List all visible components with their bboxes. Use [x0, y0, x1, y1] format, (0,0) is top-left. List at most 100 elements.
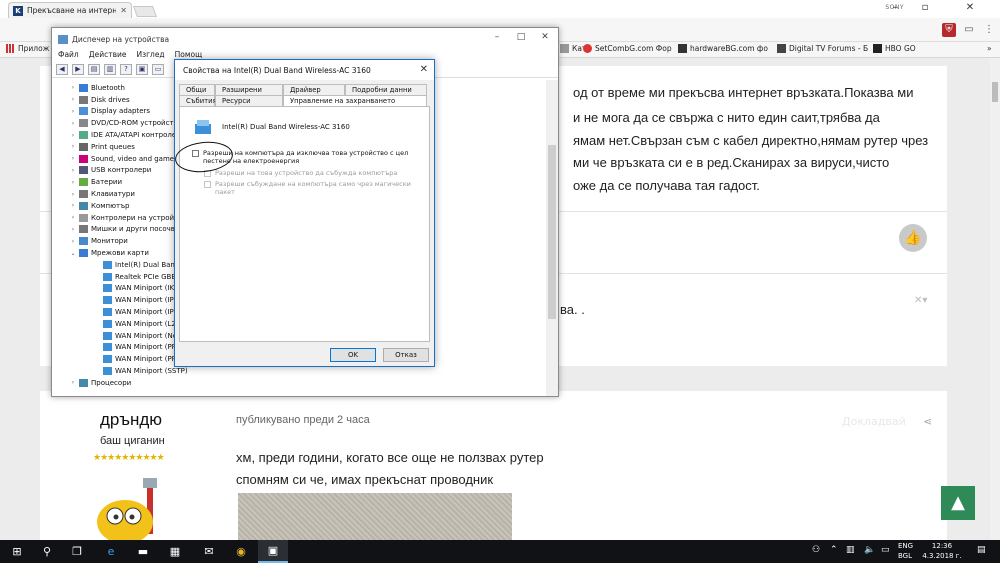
- network-icon[interactable]: ▥: [846, 545, 855, 555]
- battery-icon[interactable]: ▭: [881, 545, 890, 555]
- chevron-right-icon[interactable]: ›: [70, 167, 76, 174]
- chevron-down-icon[interactable]: ⌄: [70, 250, 76, 257]
- tree-item[interactable]: › Мишки и други посочв: [70, 224, 175, 236]
- cancel-button[interactable]: Отказ: [383, 348, 429, 362]
- tree-item[interactable]: › Процесори: [70, 377, 131, 389]
- tree-item[interactable]: WAN Miniport (IKEv: [94, 283, 183, 295]
- page-scrollbar[interactable]: [990, 58, 1000, 540]
- tree-item[interactable]: ⌄ Мрежови карти: [70, 247, 149, 259]
- bookmark-item[interactable]: hardwareBG.com фо: [678, 44, 768, 53]
- more-bookmarks-icon[interactable]: »: [987, 44, 992, 53]
- tab-driver[interactable]: Драйвер: [283, 84, 345, 95]
- help-icon[interactable]: ?: [120, 64, 132, 75]
- minimize-icon[interactable]: –: [880, 0, 910, 18]
- browser-tab[interactable]: K Прекъсване на интерне ✕: [8, 2, 132, 18]
- people-icon[interactable]: ⚇: [812, 545, 820, 555]
- chevron-right-icon[interactable]: ›: [70, 132, 76, 139]
- tree-item[interactable]: › Батерии: [70, 176, 122, 188]
- search-icon[interactable]: ⚲: [32, 540, 62, 563]
- tab-events[interactable]: Събития: [179, 95, 217, 106]
- monitor-icon[interactable]: ▭: [152, 64, 164, 75]
- bookmark-item[interactable]: HBO GO: [873, 44, 916, 53]
- system-clock[interactable]: 12:36 4.3.2018 г.: [918, 541, 966, 561]
- action-center-icon[interactable]: ▤: [977, 545, 986, 555]
- tree-item[interactable]: › USB контролери: [70, 165, 151, 177]
- chevron-right-icon[interactable]: ›: [70, 238, 76, 245]
- chevron-right-icon[interactable]: ›: [70, 179, 76, 186]
- like-button[interactable]: 👍: [899, 224, 927, 252]
- close-icon[interactable]: ✕: [534, 32, 556, 42]
- volume-icon[interactable]: 🔈: [864, 545, 875, 555]
- chevron-right-icon[interactable]: ›: [70, 96, 76, 103]
- start-button-icon[interactable]: ⊞: [2, 540, 32, 563]
- chevron-right-icon[interactable]: ›: [70, 214, 76, 221]
- tab-close-icon[interactable]: ✕: [120, 6, 127, 15]
- chevron-right-icon[interactable]: ›: [70, 155, 76, 162]
- chrome-icon[interactable]: ◉: [226, 540, 256, 563]
- tree-item[interactable]: › Компютър: [70, 200, 129, 212]
- tree-item[interactable]: › Bluetooth: [70, 82, 125, 94]
- edge-browser-icon[interactable]: e: [96, 540, 126, 563]
- scrollbar-thumb[interactable]: [548, 145, 556, 319]
- tree-item[interactable]: WAN Miniport (PPPO: [94, 342, 186, 354]
- bookmark-item[interactable]: Digital TV Forums - Б: [777, 44, 868, 53]
- device-manager-titlebar[interactable]: Диспечер на устройства – □ ✕: [52, 28, 558, 50]
- device-manager-taskbar-icon[interactable]: ▣: [258, 540, 288, 563]
- chevron-right-icon[interactable]: ›: [70, 120, 76, 127]
- menu-view[interactable]: Изглед: [136, 50, 164, 62]
- forward-icon[interactable]: ▶: [72, 64, 84, 75]
- chevron-right-icon[interactable]: ›: [70, 143, 76, 150]
- show-hide-icon[interactable]: ▤: [88, 64, 100, 75]
- tab-resources[interactable]: Ресурси: [215, 95, 283, 106]
- tree-item[interactable]: › DVD/CD-ROM устройст: [70, 117, 174, 129]
- tree-item[interactable]: › Print queues: [70, 141, 135, 153]
- apps-bookmark[interactable]: Прилож: [6, 44, 49, 53]
- tree-item[interactable]: WAN Miniport (IP): [94, 294, 176, 306]
- maximize-icon[interactable]: □: [510, 32, 532, 42]
- tree-item[interactable]: › Клавиатури: [70, 188, 135, 200]
- tree-item[interactable]: › Sound, video and game: [70, 153, 174, 165]
- tree-item[interactable]: WAN Miniport (Netw: [94, 330, 185, 342]
- back-icon[interactable]: ◀: [56, 64, 68, 75]
- maximize-icon[interactable]: ▫: [910, 0, 940, 18]
- close-quote-icon[interactable]: ✕▾: [914, 295, 927, 306]
- minimize-icon[interactable]: –: [486, 32, 508, 42]
- bookmark-item[interactable]: SetCombG.com Фор: [583, 44, 672, 53]
- page-scrollbar-thumb[interactable]: [992, 82, 998, 102]
- chevron-right-icon[interactable]: ›: [70, 84, 76, 91]
- chevron-right-icon[interactable]: ›: [70, 226, 76, 233]
- tab-advanced[interactable]: Разширени: [215, 84, 283, 95]
- share-icon[interactable]: ⋖: [923, 415, 932, 428]
- tree-item[interactable]: › Disk drives: [70, 94, 130, 106]
- properties-titlebar[interactable]: Свойства на Intel(R) Dual Band Wireless-…: [175, 60, 434, 80]
- chevron-right-icon[interactable]: ›: [70, 191, 76, 198]
- scroll-to-top-button[interactable]: ▲: [941, 486, 975, 520]
- scan-hardware-icon[interactable]: ▣: [136, 64, 148, 75]
- mail-icon[interactable]: ✉: [194, 540, 224, 563]
- new-tab-button[interactable]: [132, 6, 158, 17]
- close-icon[interactable]: ✕: [420, 64, 428, 75]
- device-tree-scrollbar[interactable]: [546, 80, 558, 396]
- chevron-right-icon[interactable]: ›: [70, 202, 76, 209]
- tree-item[interactable]: › Контролери на устрой: [70, 212, 174, 224]
- tab-general[interactable]: Общи: [179, 84, 215, 95]
- tree-item[interactable]: › Монитори: [70, 235, 128, 247]
- properties-icon[interactable]: ▥: [104, 64, 116, 75]
- tree-item[interactable]: WAN Miniport (PPTP: [94, 353, 184, 365]
- chevron-right-icon[interactable]: ›: [70, 379, 76, 386]
- file-explorer-icon[interactable]: ▬: [128, 540, 158, 563]
- shield-extension-icon[interactable]: ⛨: [942, 23, 956, 37]
- notification-chevron-icon[interactable]: ⌃: [830, 545, 838, 555]
- report-link[interactable]: Докладвай: [842, 415, 906, 428]
- task-view-icon[interactable]: ❐: [62, 540, 92, 563]
- close-window-icon[interactable]: ✕: [940, 0, 1000, 18]
- menu-action[interactable]: Действие: [89, 50, 127, 62]
- tree-item[interactable]: WAN Miniport (IPv6): [94, 306, 185, 318]
- cast-icon[interactable]: ▭: [962, 23, 976, 37]
- menu-file[interactable]: Файл: [58, 50, 79, 62]
- reply-username[interactable]: дръндю: [100, 410, 162, 430]
- tree-item[interactable]: › Display adapters: [70, 106, 150, 118]
- store-icon[interactable]: ▦: [160, 540, 190, 563]
- ok-button[interactable]: OK: [330, 348, 376, 362]
- tree-item[interactable]: › IDE ATA/ATAPI контроле: [70, 129, 176, 141]
